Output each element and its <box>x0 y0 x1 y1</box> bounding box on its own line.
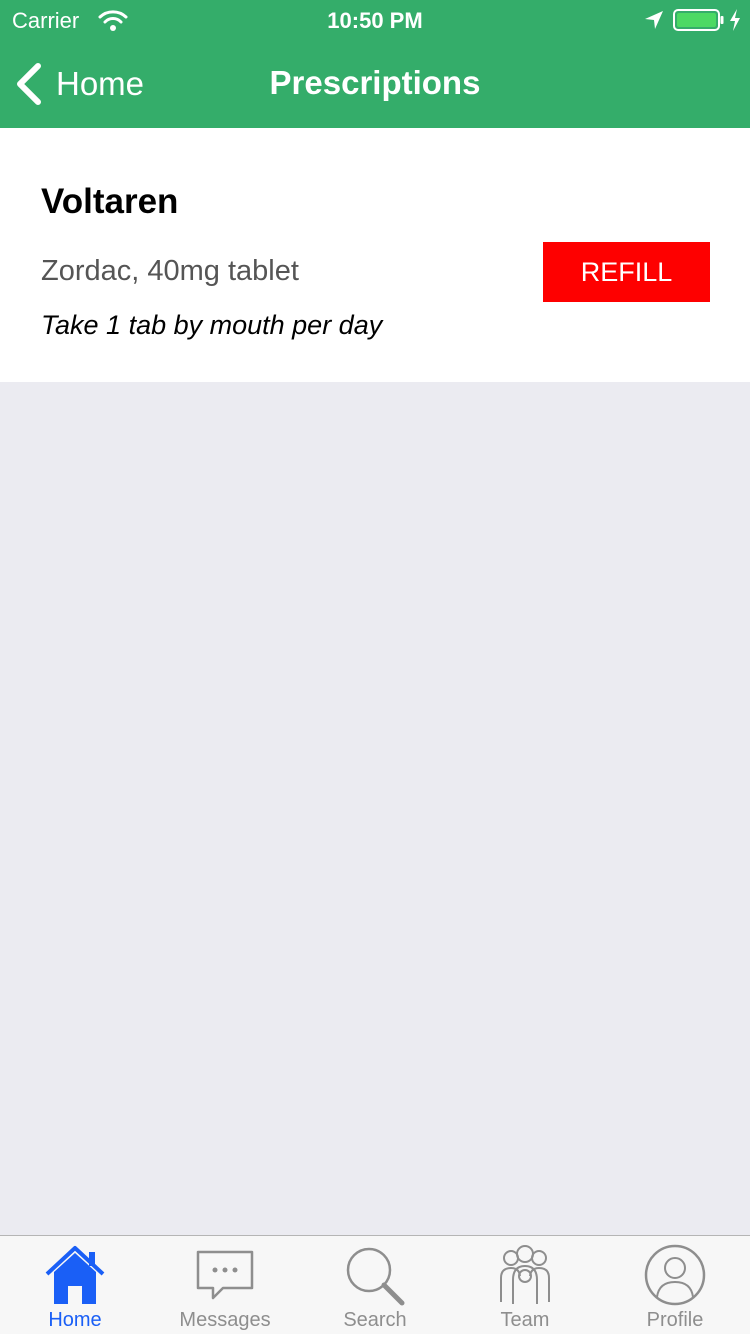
tab-home[interactable]: Home <box>0 1236 150 1334</box>
tab-bar: Home Messages Search Team Profile <box>0 1235 750 1334</box>
tab-label-profile: Profile <box>646 1309 704 1331</box>
page-title: Prescriptions <box>269 64 481 101</box>
tab-label-messages: Messages <box>179 1309 271 1331</box>
charging-bolt-icon <box>730 9 740 31</box>
team-icon <box>500 1245 550 1304</box>
navigation-bar: Home Prescriptions <box>0 40 750 128</box>
prescription-detail: Zordac, 40mg tablet <box>41 255 299 287</box>
prescription-instructions: Take 1 tab by mouth per day <box>41 310 383 340</box>
tab-profile[interactable]: Profile <box>600 1236 750 1334</box>
tab-label-team: Team <box>500 1309 550 1331</box>
location-arrow-icon <box>645 11 663 29</box>
tab-team[interactable]: Team <box>450 1236 600 1334</box>
home-icon <box>45 1246 105 1304</box>
tab-messages[interactable]: Messages <box>150 1236 300 1334</box>
chat-bubble-icon <box>196 1250 254 1300</box>
app-header: Carrier 10:50 PM Home Prescriptions <box>0 0 750 128</box>
tab-label-home: Home <box>48 1309 102 1331</box>
user-circle-icon <box>644 1244 706 1306</box>
battery-icon <box>673 9 724 31</box>
status-time: 10:50 PM <box>327 8 423 33</box>
tab-search[interactable]: Search <box>300 1236 450 1334</box>
magnifier-icon <box>346 1247 405 1306</box>
prescription-card: Voltaren Zordac, 40mg tablet Take 1 tab … <box>0 128 750 382</box>
prescription-name: Voltaren <box>41 182 179 221</box>
status-bar: Carrier 10:50 PM <box>0 0 750 40</box>
tab-label-search: Search <box>343 1309 407 1331</box>
refill-button[interactable]: REFILL <box>543 242 710 302</box>
